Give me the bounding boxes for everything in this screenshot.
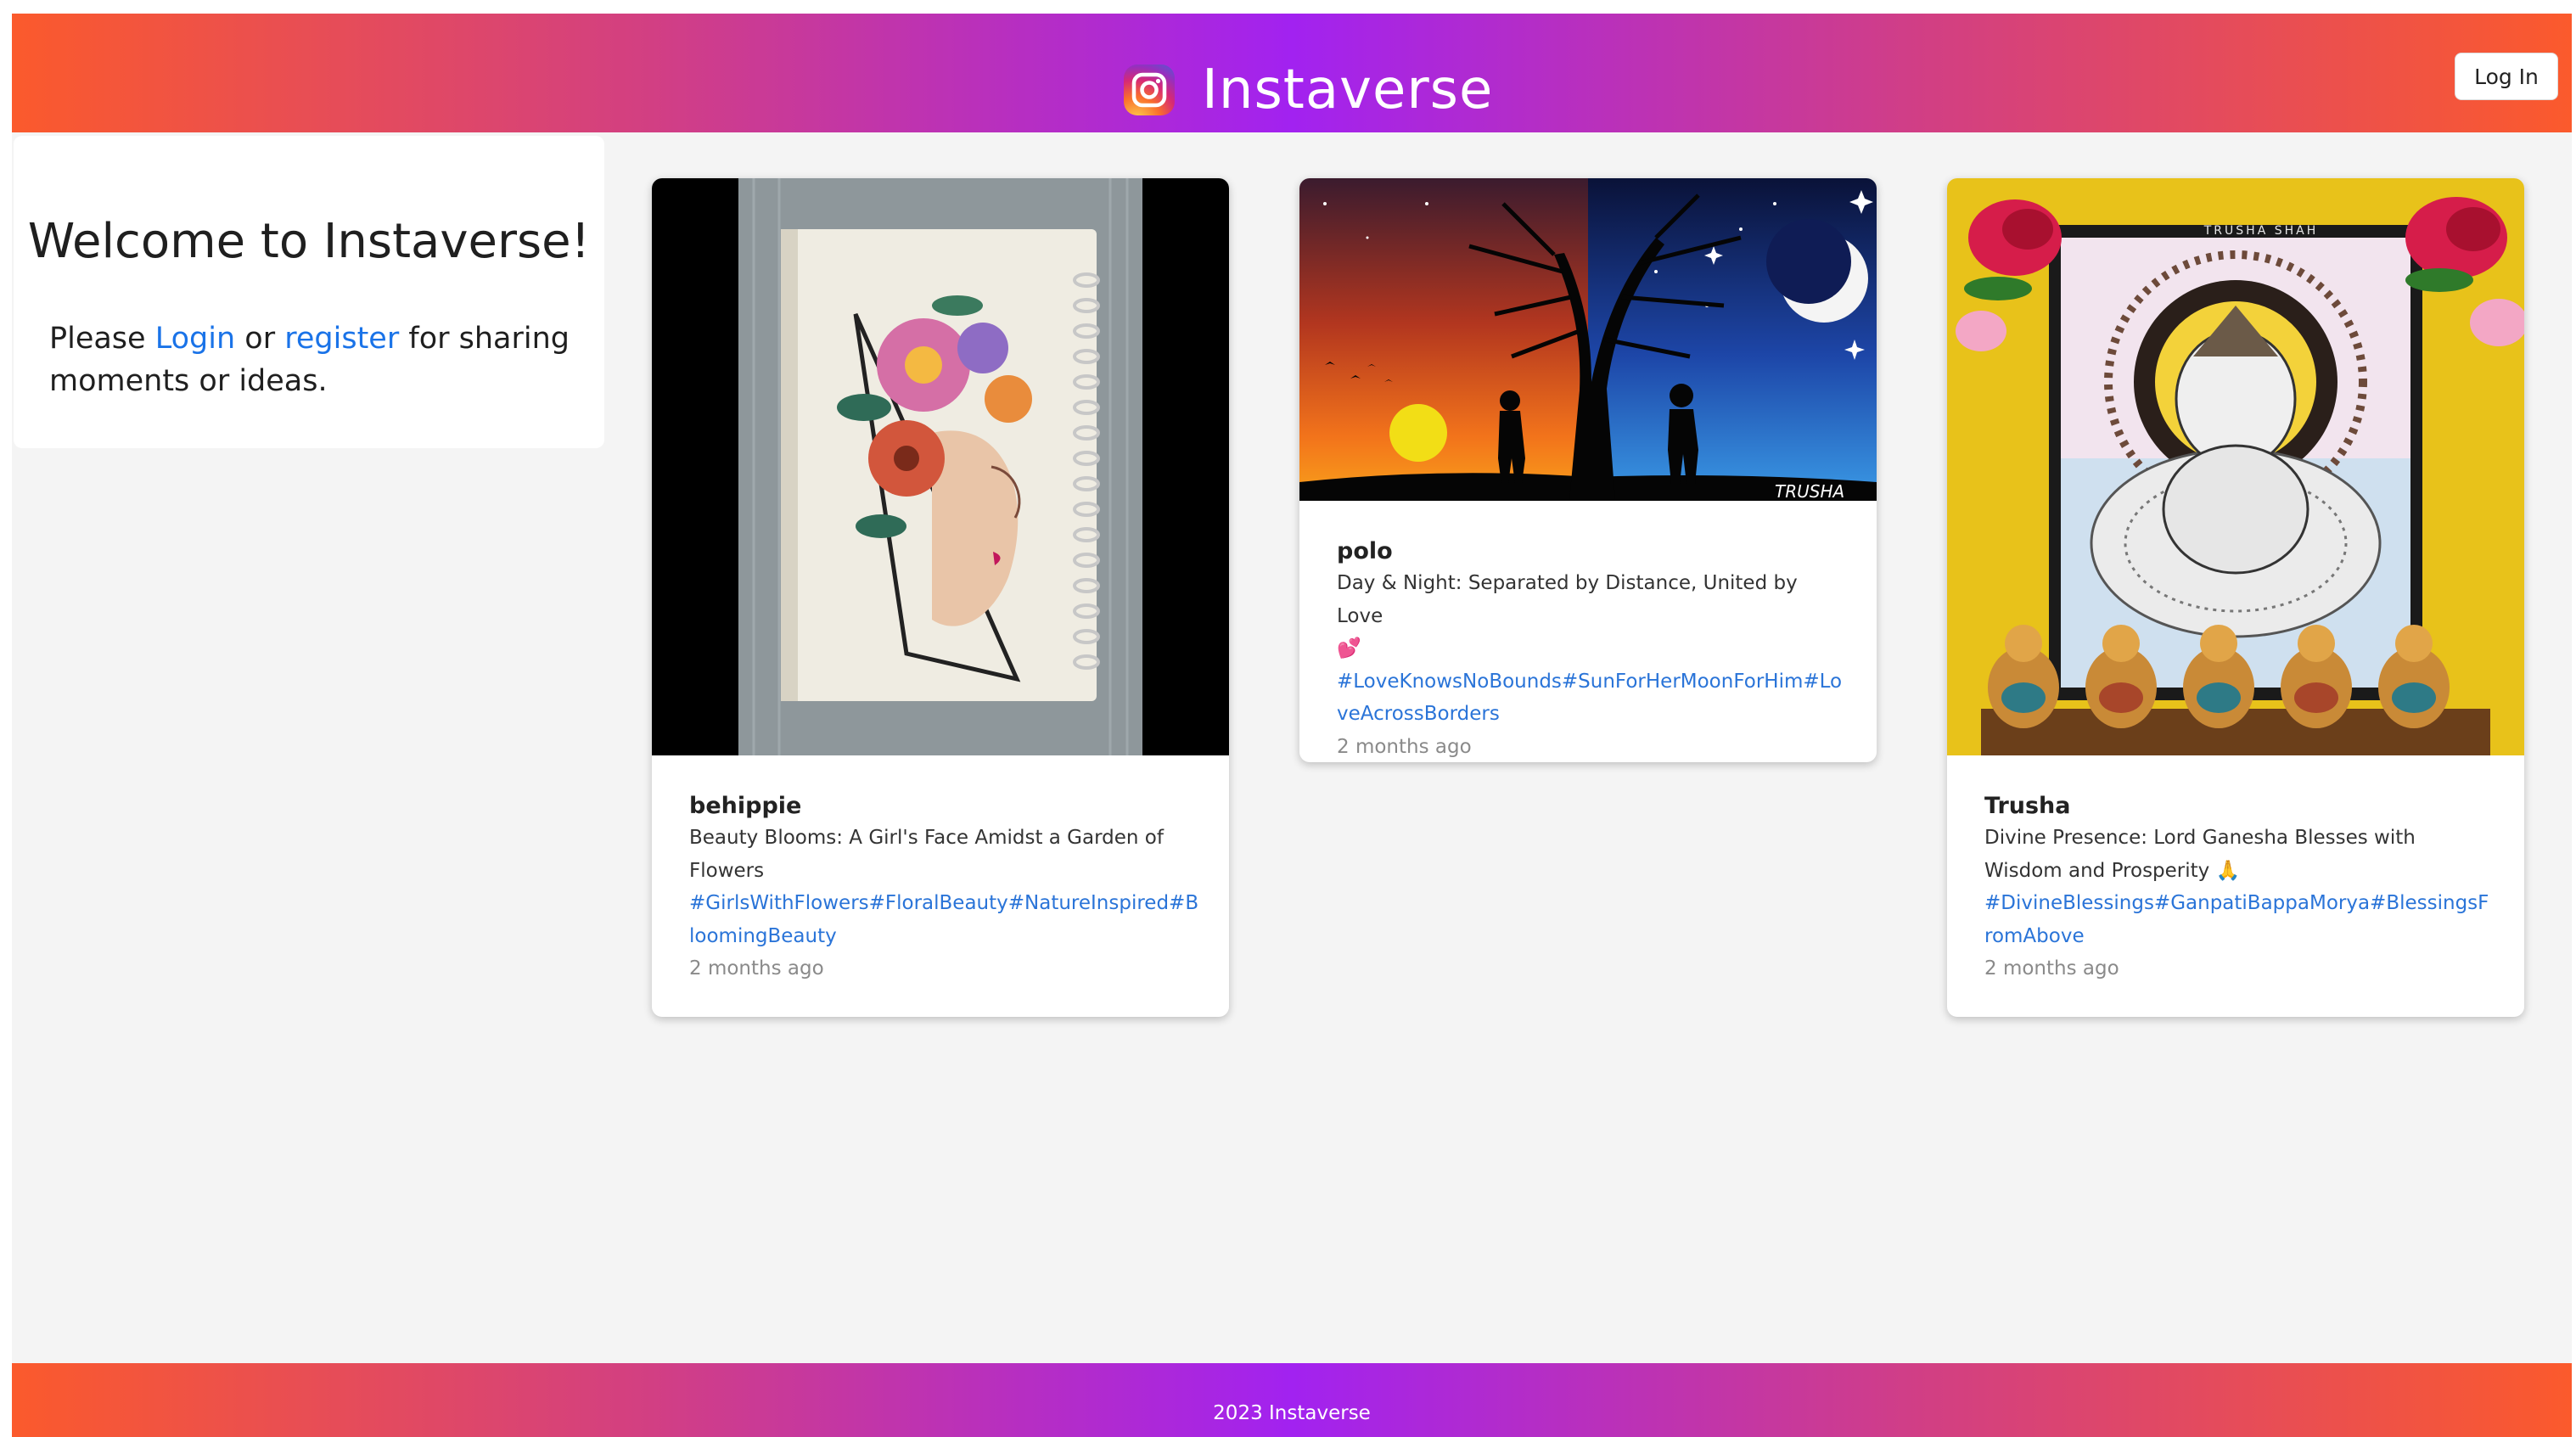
post-body: behippie Beauty Blooms: A Girl's Face Am… xyxy=(689,791,1200,985)
post-username[interactable]: polo xyxy=(1337,536,1848,567)
register-link[interactable]: register xyxy=(284,322,399,356)
post-caption: Day & Night: Separated by Distance, Unit… xyxy=(1337,567,1848,665)
post-caption: Divine Presence: Lord Ganesha Blesses wi… xyxy=(1984,822,2495,887)
log-in-button[interactable]: Log In xyxy=(2455,53,2558,100)
post-hashtags[interactable]: #DivineBlessings#GanpatiBappaMorya#Bless… xyxy=(1984,887,2495,952)
login-link[interactable]: Login xyxy=(155,322,235,356)
welcome-message: Please Login or register for sharing mom… xyxy=(49,317,584,402)
post-caption-text: Day & Night: Separated by Distance, Unit… xyxy=(1337,572,1798,627)
post-image[interactable]: TRUSHA SHAH xyxy=(1947,178,2524,755)
post-hashtags[interactable]: #LoveKnowsNoBounds#SunForHerMoonForHim#L… xyxy=(1337,665,1848,731)
praying-hands-emoji: 🙏 xyxy=(2215,859,2241,882)
welcome-text-or: or xyxy=(244,322,276,356)
brand-title: Instaverse xyxy=(1202,59,1494,121)
artist-signature: TRUSHA SHAH xyxy=(2203,224,2319,238)
welcome-card: Welcome to Instaverse! Please Login or r… xyxy=(14,136,604,448)
welcome-title: Welcome to Instaverse! xyxy=(27,214,591,269)
post-card[interactable]: TRUSHA SHAH Trusha Divine Presence: Lord… xyxy=(1947,178,2524,1017)
brand[interactable]: Instaverse xyxy=(1124,49,1493,131)
post-image[interactable] xyxy=(652,178,1229,755)
post-card[interactable]: behippie Beauty Blooms: A Girl's Face Am… xyxy=(652,178,1229,1017)
post-caption-text: Divine Presence: Lord Ganesha Blesses wi… xyxy=(1984,827,2416,882)
post-caption: Beauty Blooms: A Girl's Face Amidst a Ga… xyxy=(689,827,1164,882)
footer-copyright: 2023 Instaverse xyxy=(1213,1402,1371,1424)
artist-signature: TRUSHA xyxy=(1775,481,1844,501)
post-image[interactable]: TRUSHA xyxy=(1299,178,1877,501)
navbar: Instaverse Log In xyxy=(12,14,2572,132)
instagram-logo-icon xyxy=(1124,65,1175,115)
post-timestamp: 2 months ago xyxy=(689,957,824,980)
post-card[interactable]: TRUSHA polo Day & Night: Separated by Di… xyxy=(1299,178,1877,762)
post-username[interactable]: behippie xyxy=(689,791,1200,822)
post-timestamp: 2 months ago xyxy=(1337,735,1472,758)
post-timestamp: 2 months ago xyxy=(1984,957,2119,980)
heart-emoji: 💕 xyxy=(1337,637,1361,660)
post-hashtags[interactable]: #GirlsWithFlowers#FloralBeauty#NatureIns… xyxy=(689,887,1200,952)
post-body: Trusha Divine Presence: Lord Ganesha Ble… xyxy=(1984,791,2495,985)
footer: 2023 Instaverse xyxy=(12,1363,2572,1437)
post-body: polo Day & Night: Separated by Distance,… xyxy=(1337,536,1848,762)
welcome-text-please: Please xyxy=(49,322,146,356)
post-username[interactable]: Trusha xyxy=(1984,791,2495,822)
